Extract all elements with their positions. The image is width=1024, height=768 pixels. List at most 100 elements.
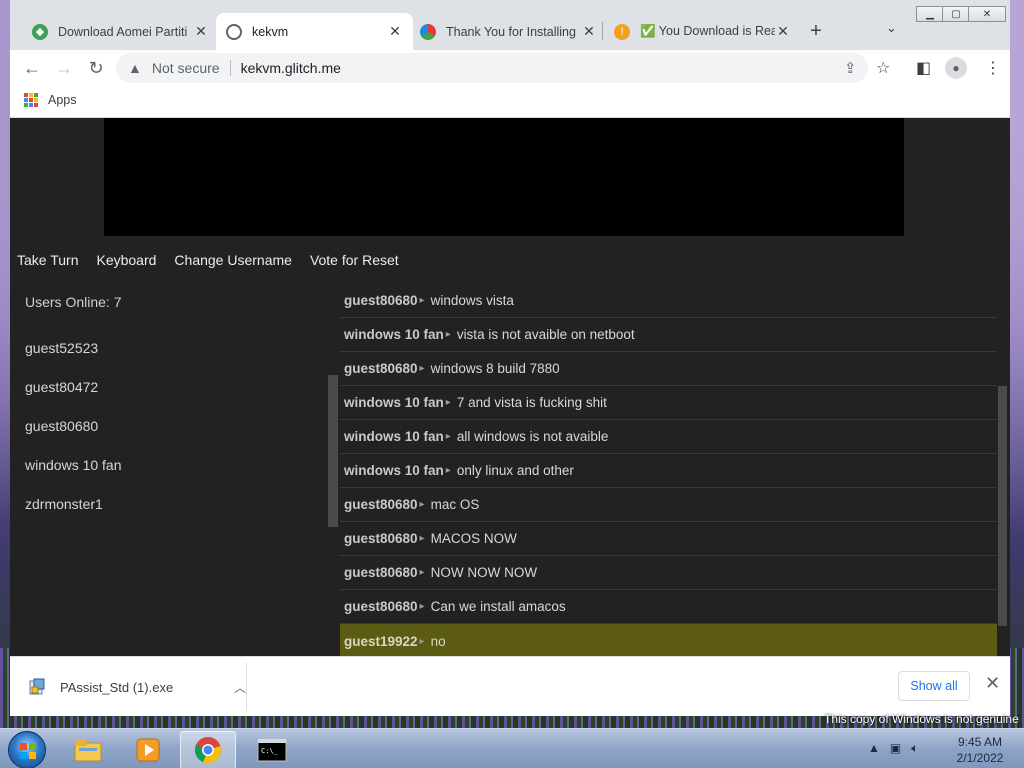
tab-title: kekvm xyxy=(252,24,289,39)
user-list-item[interactable]: guest52523 xyxy=(25,340,325,379)
chat-message: windows 10 fan ▸ vista is not avaible on n… xyxy=(340,318,997,352)
close-icon[interactable]: ✕ xyxy=(581,23,597,40)
apps-grid-icon[interactable] xyxy=(24,93,38,107)
chat-text: all windows is not avaible xyxy=(456,429,609,444)
arrow-icon: ▸ xyxy=(419,363,425,374)
arrow-icon: ▸ xyxy=(445,397,451,408)
start-button[interactable] xyxy=(8,731,46,768)
chat-message: windows 10 fan ▸ only linux and other xyxy=(340,454,997,488)
close-icon[interactable]: ✕ xyxy=(387,23,403,40)
arrow-icon: ▸ xyxy=(419,567,425,578)
arrow-icon: ▸ xyxy=(419,635,425,647)
user-list-item[interactable]: guest80680 xyxy=(25,418,325,457)
chat-username: guest80680 xyxy=(344,565,418,580)
network-icon[interactable]: ▣ xyxy=(890,741,901,756)
warning-icon: ! xyxy=(614,23,630,40)
security-label[interactable]: Not secure xyxy=(152,60,220,76)
new-tab-button[interactable]: + xyxy=(806,20,826,42)
arrow-icon: ▸ xyxy=(419,533,425,544)
chat-text: only linux and other xyxy=(456,463,574,478)
chat-username: guest80680 xyxy=(344,599,418,614)
vm-controls: Take Turn Keyboard Change Username Vote … xyxy=(10,252,399,274)
explorer-icon[interactable] xyxy=(60,731,116,768)
tab-strip: ◆ Download Aomei Partiti ✕ kekvm ✕ Thank… xyxy=(10,0,1010,50)
chat-username: windows 10 fan xyxy=(344,429,444,444)
bookmark-star-icon[interactable]: ☆ xyxy=(876,58,890,78)
chat-text: mac OS xyxy=(430,497,480,512)
warning-triangle-icon[interactable]: ▲ xyxy=(128,60,142,76)
user-list-item[interactable]: windows 10 fan xyxy=(25,457,325,496)
media-player-icon[interactable] xyxy=(120,731,176,768)
chevron-up-icon[interactable]: ︿ xyxy=(234,679,246,696)
tab-download-ready[interactable]: ! ✅ You Download is Rea ✕ xyxy=(604,13,801,50)
menu-kebab-icon[interactable]: ⋮ xyxy=(985,58,1001,78)
show-all-button[interactable]: Show all xyxy=(898,671,970,701)
chat-username: guest80680 xyxy=(344,293,418,308)
vm-display[interactable] xyxy=(104,118,904,236)
clock-date: 2/1/2022 xyxy=(956,751,1004,765)
arrow-icon: ▸ xyxy=(419,499,425,510)
take-turn-button[interactable]: Take Turn xyxy=(17,252,78,274)
close-icon[interactable]: ✕ xyxy=(193,23,209,40)
download-item[interactable]: PAssist_Std (1).exe ︿ xyxy=(28,673,246,701)
user-list-item[interactable]: guest80472 xyxy=(25,379,325,418)
url-text[interactable]: kekvm.glitch.me xyxy=(241,60,341,76)
tab-divider xyxy=(602,22,603,40)
forward-icon[interactable]: → xyxy=(52,56,76,80)
clock-time: 9:45 AM xyxy=(957,735,1003,749)
users-online-count: Users Online: 7 xyxy=(25,294,122,310)
chat-username: guest80680 xyxy=(344,361,418,376)
close-window-button[interactable]: ✕ xyxy=(968,6,1006,22)
tab-thank-you[interactable]: Thank You for Installing ✕ xyxy=(410,13,607,50)
profile-avatar[interactable]: ● xyxy=(945,57,967,79)
bookmarks-bar: Apps xyxy=(10,85,1010,118)
chat-text: NOW NOW NOW xyxy=(430,565,538,580)
tab-download-aomei[interactable]: ◆ Download Aomei Partiti ✕ xyxy=(22,13,219,50)
chrome-icon[interactable] xyxy=(180,731,236,768)
arrow-icon: ▸ xyxy=(419,295,425,306)
chat-username: windows 10 fan xyxy=(344,395,444,410)
apps-bookmark[interactable]: Apps xyxy=(48,93,77,107)
chat-text: 7 and vista is fucking shit xyxy=(456,395,607,410)
close-icon[interactable]: ✕ xyxy=(775,23,791,40)
user-list: Users Online: 7 guest52523 guest80472 gu… xyxy=(25,294,325,535)
page-content: Take Turn Keyboard Change Username Vote … xyxy=(10,118,1010,656)
chat-text: MACOS NOW xyxy=(430,531,517,546)
chat-text: Can we install amacos xyxy=(430,599,566,614)
back-icon[interactable]: ← xyxy=(20,56,44,80)
volume-icon[interactable]: 🔈︎ xyxy=(911,741,918,756)
chat-message: windows 10 fan ▸ 7 and vista is fucking sh… xyxy=(340,386,997,420)
chat-message: guest80680 ▸ Can we install amacos xyxy=(340,590,997,624)
minimize-button[interactable]: ▁ xyxy=(916,6,944,22)
downloads-bar: PAssist_Std (1).exe ︿ Show all ✕ xyxy=(10,656,1010,716)
cmd-icon[interactable]: C:\_ xyxy=(244,731,300,768)
side-panel-icon[interactable]: ◧ xyxy=(916,58,931,78)
user-list-item[interactable]: zdrmonster1 xyxy=(25,496,325,535)
vote-reset-button[interactable]: Vote for Reset xyxy=(310,252,399,274)
maximize-button[interactable]: ▢ xyxy=(942,6,970,22)
chat-log: guest80680 ▸ windows vista windows 10 fan ▸… xyxy=(340,284,997,656)
installer-file-icon xyxy=(28,678,46,696)
chat-message: guest80680 ▸ windows 8 build 7880 xyxy=(340,352,997,386)
download-filename[interactable]: PAssist_Std (1).exe xyxy=(60,680,234,695)
close-icon[interactable]: ✕ xyxy=(985,673,1000,694)
change-username-button[interactable]: Change Username xyxy=(174,252,292,274)
reload-icon[interactable]: ↻ xyxy=(84,56,108,80)
user-list-scrollbar[interactable] xyxy=(328,375,338,527)
arrow-icon: ▸ xyxy=(445,329,451,340)
keyboard-button[interactable]: Keyboard xyxy=(96,252,156,274)
share-icon[interactable]: ⇪ xyxy=(844,59,857,77)
chat-text: vista is not avaible on netboot xyxy=(456,327,635,342)
chat-message: windows 10 fan ▸ all windows is not avaibl… xyxy=(340,420,997,454)
globe-icon xyxy=(226,23,242,40)
svg-text:C:\_: C:\_ xyxy=(261,747,279,755)
taskbar: C:\_ ▲ ▣ 🔈︎ 9:45 AM 2/1/2022 xyxy=(0,728,1024,768)
chat-text: no xyxy=(430,633,446,649)
chat-message: guest80680 ▸ NOW NOW NOW xyxy=(340,556,997,590)
show-hidden-icons-icon[interactable]: ▲ xyxy=(868,741,880,756)
taskbar-clock[interactable]: 9:45 AM 2/1/2022 xyxy=(948,734,1012,766)
tab-kekvm[interactable]: kekvm ✕ xyxy=(216,13,413,50)
tab-search-icon[interactable]: ⌄ xyxy=(886,20,897,36)
address-bar[interactable]: ▲ Not secure kekvm.glitch.me ⇪ xyxy=(116,53,868,83)
chat-scrollbar[interactable] xyxy=(998,386,1007,626)
